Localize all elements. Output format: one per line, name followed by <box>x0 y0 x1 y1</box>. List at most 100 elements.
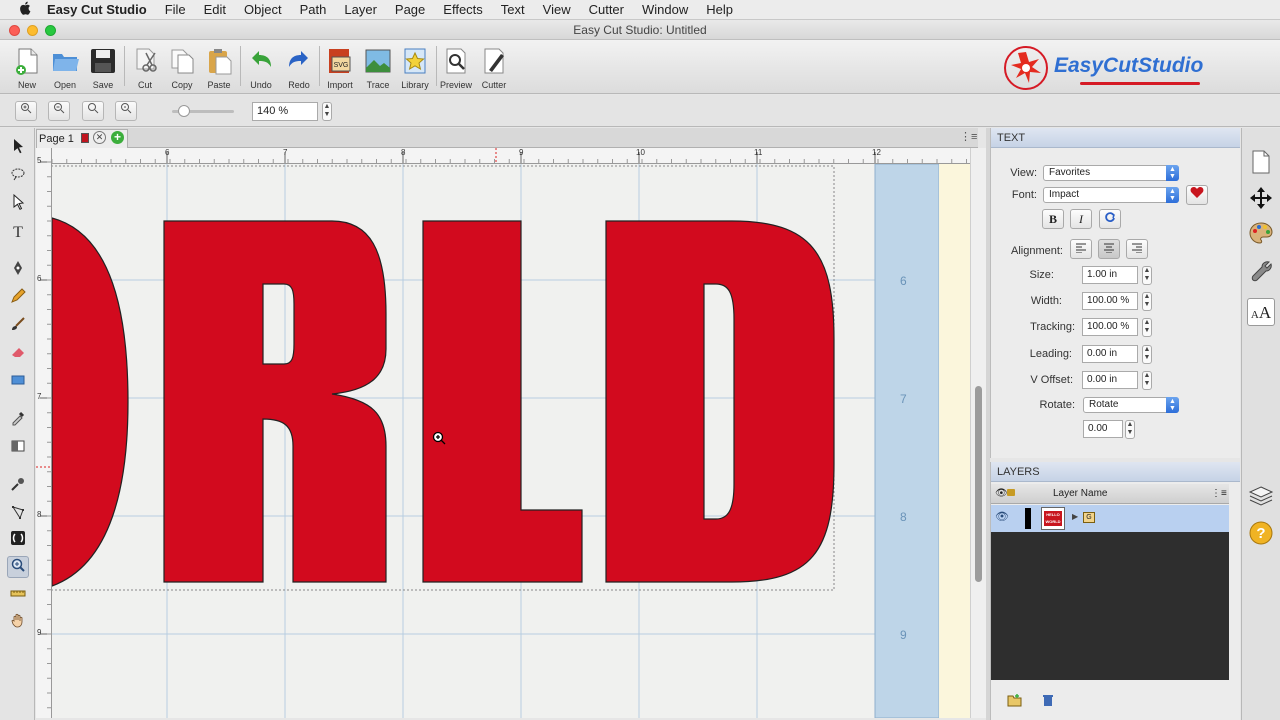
zoom-in-button[interactable] <box>15 101 37 121</box>
copy-button[interactable]: Copy <box>163 44 201 92</box>
size-field[interactable]: 1.00 in <box>1082 266 1138 284</box>
text-panel-icon[interactable]: AA <box>1247 298 1275 326</box>
select-arrow-icon[interactable] <box>7 138 29 160</box>
text-tool-icon[interactable]: T <box>7 222 29 244</box>
preview-button[interactable]: Preview <box>437 44 475 92</box>
tab-menu-icon[interactable]: ⋮≡ <box>960 130 977 143</box>
rotate-dropdown[interactable]: Rotate ▲ ▼ <box>1083 397 1179 413</box>
scrollbar-thumb[interactable] <box>975 386 982 582</box>
design-canvas[interactable]: 6 7 8 9 <box>52 164 970 718</box>
open-button[interactable]: Open <box>46 44 84 92</box>
page-color-swatch[interactable] <box>80 133 89 143</box>
menu-edit[interactable]: Edit <box>204 2 226 17</box>
expand-group-icon[interactable]: ▶ <box>1072 512 1078 521</box>
brush-tool-icon[interactable] <box>7 316 29 338</box>
layer-visible-eye-icon[interactable]: 👁 <box>995 510 1009 523</box>
tracking-stepper[interactable]: ▲ ▼ <box>1142 318 1152 337</box>
apple-menu-icon[interactable] <box>16 1 34 18</box>
pencil-tool-icon[interactable] <box>7 288 29 310</box>
redo-button[interactable]: Redo <box>280 44 318 92</box>
help-question-icon[interactable]: ? <box>1247 521 1275 549</box>
pen-tool-icon[interactable] <box>7 260 29 282</box>
tracking-field[interactable]: 100.00 % <box>1082 318 1138 336</box>
menu-window[interactable]: Window <box>642 2 688 17</box>
voffset-field[interactable]: 0.00 in <box>1082 371 1138 389</box>
leading-stepper[interactable]: ▲ ▼ <box>1142 345 1152 364</box>
layers-menu-icon[interactable]: ⋮≡ <box>1211 484 1227 504</box>
voffset-stepper[interactable]: ▲ ▼ <box>1142 371 1152 390</box>
color-palette-icon[interactable] <box>1247 222 1275 250</box>
app-menu[interactable]: Easy Cut Studio <box>47 2 147 17</box>
favorite-font-button[interactable] <box>1186 185 1208 205</box>
layer-row[interactable]: 👁 HELLO WORLD ▶ G <box>991 505 1229 532</box>
zoom-page-button[interactable] <box>115 101 137 121</box>
menu-file[interactable]: File <box>165 2 186 17</box>
bold-button[interactable]: B <box>1042 209 1064 229</box>
new-layer-folder-icon[interactable] <box>1007 694 1022 710</box>
layers-panel-icon[interactable] <box>1247 484 1275 512</box>
menu-cutter[interactable]: Cutter <box>589 2 624 17</box>
menu-view[interactable]: View <box>543 2 571 17</box>
node-edit-icon[interactable] <box>7 193 29 216</box>
canvas-vertical-scrollbar[interactable] <box>970 148 986 718</box>
library-button[interactable]: Library <box>396 44 434 92</box>
measure-tool-icon[interactable] <box>7 584 29 606</box>
close-page-icon[interactable]: ✕ <box>93 131 106 144</box>
cut-button[interactable]: Cut <box>126 44 164 92</box>
rotate-angle-stepper[interactable]: ▲ ▼ <box>1125 420 1135 439</box>
rectangle-tool-icon[interactable] <box>7 372 29 394</box>
align-left-button[interactable] <box>1070 239 1092 259</box>
zoom-stepper[interactable]: ▲ ▼ <box>322 102 332 121</box>
menu-help[interactable]: Help <box>706 2 733 17</box>
align-right-button[interactable] <box>1126 239 1148 259</box>
fill-tool-icon[interactable] <box>7 438 29 460</box>
zoom-out-button[interactable] <box>48 101 70 121</box>
zoom-window-button[interactable] <box>45 25 56 36</box>
wrench-settings-icon[interactable] <box>1247 260 1275 288</box>
italic-button[interactable]: I <box>1070 209 1092 229</box>
zoom-tool-icon[interactable] <box>7 556 29 578</box>
trace-button[interactable]: Trace <box>359 44 397 92</box>
layer-color-bar[interactable] <box>1025 508 1031 529</box>
menu-effects[interactable]: Effects <box>443 2 483 17</box>
undo-button[interactable]: Undo <box>242 44 280 92</box>
lasso-select-icon[interactable] <box>7 166 29 188</box>
align-center-button[interactable] <box>1098 239 1120 259</box>
add-page-icon[interactable]: + <box>111 131 124 144</box>
eraser-tool-icon[interactable] <box>7 344 29 366</box>
rotate-angle-field[interactable]: 0.00 <box>1083 420 1123 438</box>
zoom-percent-field[interactable]: 140 % <box>252 102 318 121</box>
visibility-eye-icon[interactable]: 👁 <box>995 484 1008 504</box>
hand-pan-icon[interactable] <box>7 612 29 634</box>
eyedropper-tool-icon[interactable] <box>7 410 29 432</box>
save-button[interactable]: Save <box>84 44 122 92</box>
vertical-text-button[interactable] <box>1099 209 1121 229</box>
zoom-slider-knob[interactable] <box>178 105 190 117</box>
view-dropdown[interactable]: Favorites ▲ ▼ <box>1043 165 1179 181</box>
paste-button[interactable]: Paste <box>200 44 238 92</box>
minimize-window-button[interactable] <box>27 25 38 36</box>
transform-move-icon[interactable] <box>1247 186 1275 214</box>
font-dropdown[interactable]: Impact ▲ ▼ <box>1043 187 1179 203</box>
close-window-button[interactable] <box>9 25 20 36</box>
width-stepper[interactable]: ▲ ▼ <box>1142 292 1152 311</box>
knife-tool-icon[interactable] <box>7 476 29 498</box>
size-stepper[interactable]: ▲ ▼ <box>1142 266 1152 285</box>
weld-tool-icon[interactable] <box>7 530 29 552</box>
leading-field[interactable]: 0.00 in <box>1082 345 1138 363</box>
crop-tool-icon[interactable] <box>7 504 29 526</box>
menu-page[interactable]: Page <box>395 2 425 17</box>
menu-path[interactable]: Path <box>300 2 327 17</box>
menu-layer[interactable]: Layer <box>344 2 377 17</box>
zoom-page-icon <box>121 103 132 114</box>
cutter-button[interactable]: Cutter <box>475 44 513 92</box>
delete-layer-trash-icon[interactable] <box>1042 694 1054 710</box>
page-panel-icon[interactable] <box>1247 150 1275 178</box>
menu-text[interactable]: Text <box>501 2 525 17</box>
width-field[interactable]: 100.00 % <box>1082 292 1138 310</box>
new-button[interactable]: New <box>8 44 46 92</box>
zoom-fit-button[interactable] <box>82 101 104 121</box>
import-button[interactable]: SVG Import <box>321 44 359 92</box>
lock-icon[interactable] <box>1007 489 1015 496</box>
menu-object[interactable]: Object <box>244 2 282 17</box>
